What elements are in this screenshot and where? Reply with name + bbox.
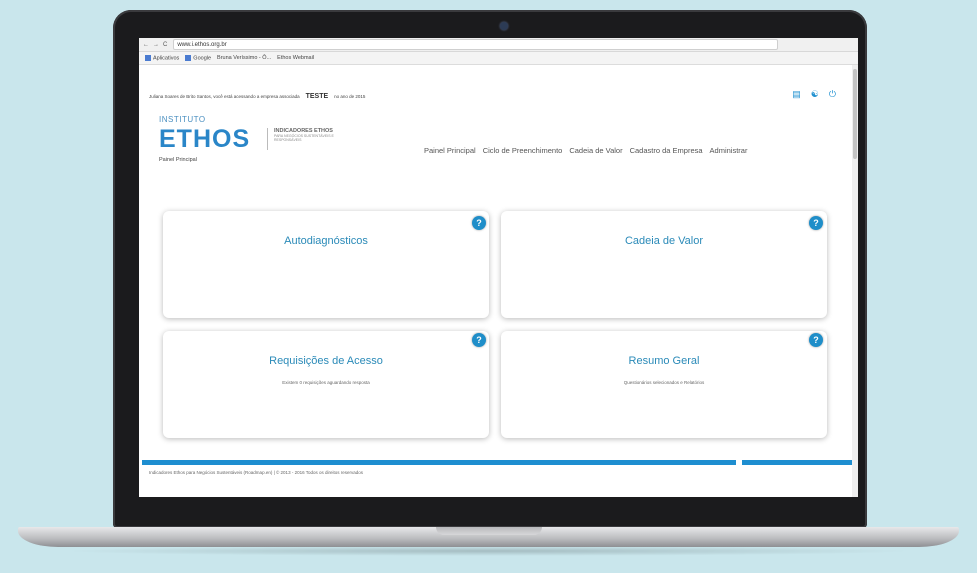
address-bar[interactable]: www.i.ethos.org.br (173, 39, 779, 50)
browser-toolbar: ← → C www.i.ethos.org.br (139, 38, 858, 52)
bookmark-bruna[interactable]: Bruna Veríssimo - Ô... (217, 55, 271, 61)
user-context: Juliana Soares de Brito Santos, você est… (149, 93, 365, 100)
footer-text: Indicadores Ethos para Negócios Sustentá… (149, 470, 364, 475)
card-resumo-geral[interactable]: Resumo Geral Questionários selecionados … (501, 331, 827, 438)
card-subtitle: Existem 0 requisições aguardando respost… (282, 380, 370, 385)
card-cadeia-valor[interactable]: Cadeia de Valor (501, 211, 827, 318)
card-title: Requisições de Acesso (269, 355, 383, 367)
nav-ciclo-preenchimento[interactable]: Ciclo de Preenchimento (483, 146, 563, 155)
logo-side-subtitle: PARA NEGÓCIOS SUSTENTÁVEIS E RESPONSÁVEI… (274, 134, 334, 142)
card-title: Resumo Geral (628, 355, 700, 367)
laptop-screen: ← → C www.i.ethos.org.br Aplicativos Goo… (139, 38, 858, 497)
bookmark-google[interactable]: Google (185, 54, 211, 61)
card-requisicoes-acesso[interactable]: Requisições de Acesso Existem 0 requisiç… (163, 331, 489, 438)
camera-icon (500, 22, 508, 30)
bookmark-webmail[interactable]: Ethos Webmail (277, 55, 314, 61)
nav-administrar[interactable]: Administrar (710, 146, 748, 155)
help-icon[interactable]: ? (472, 333, 486, 347)
forward-icon[interactable]: → (153, 42, 159, 48)
logo[interactable]: ETHOS (159, 125, 250, 154)
help-icon[interactable]: ? (472, 216, 486, 230)
card-subtitle: Questionários selecionados e Relatórios (623, 380, 705, 385)
nav-cadastro-empresa[interactable]: Cadastro da Empresa (630, 146, 703, 155)
logo-divider (267, 128, 268, 150)
scrollbar-thumb[interactable] (853, 69, 857, 159)
help-icon[interactable]: ? (809, 333, 823, 347)
document-icon[interactable]: ▤ (792, 89, 801, 100)
card-title: Cadeia de Valor (624, 235, 704, 247)
url-text: www.i.ethos.org.br (177, 41, 227, 48)
reload-icon[interactable]: C (163, 42, 167, 48)
logout-icon[interactable]: ⏻ (829, 89, 836, 100)
apps-icon (145, 54, 151, 61)
bookmark-apps[interactable]: Aplicativos (145, 54, 179, 61)
breadcrumb[interactable]: Painel Principal (159, 157, 197, 163)
scrollbar[interactable] (852, 65, 858, 497)
logo-side: INDICADORES ETHOS PARA NEGÓCIOS SUSTENTÁ… (274, 128, 334, 142)
footer-bar (142, 460, 736, 465)
card-autodiagnosticos[interactable]: Autodiagnósticos (163, 211, 489, 318)
year-text: no ano de 2015 (334, 94, 366, 99)
footer-bar-right (742, 460, 854, 465)
main-nav: Painel Principal Ciclo de Preenchimento … (424, 146, 747, 155)
logo-pre: INSTITUTO (159, 115, 206, 124)
header-icons: ▤ ☯ ⏻ (792, 89, 836, 100)
nav-cadeia-valor[interactable]: Cadeia de Valor (569, 146, 622, 155)
laptop-shadow (60, 546, 917, 556)
nav-painel-principal[interactable]: Painel Principal (424, 146, 476, 155)
help-icon[interactable]: ? (809, 216, 823, 230)
card-title: Autodiagnósticos (284, 235, 368, 247)
back-icon[interactable]: ← (143, 42, 149, 48)
laptop-notch (436, 527, 542, 535)
company-name: TESTE (305, 93, 329, 100)
page-content: Juliana Soares de Brito Santos, você est… (139, 65, 858, 497)
bookmarks-bar: Aplicativos Google Bruna Veríssimo - Ô..… (139, 52, 858, 65)
help-icon[interactable]: ☯ (811, 89, 819, 100)
user-text: Juliana Soares de Brito Santos, você est… (149, 94, 300, 99)
google-icon (185, 54, 192, 61)
